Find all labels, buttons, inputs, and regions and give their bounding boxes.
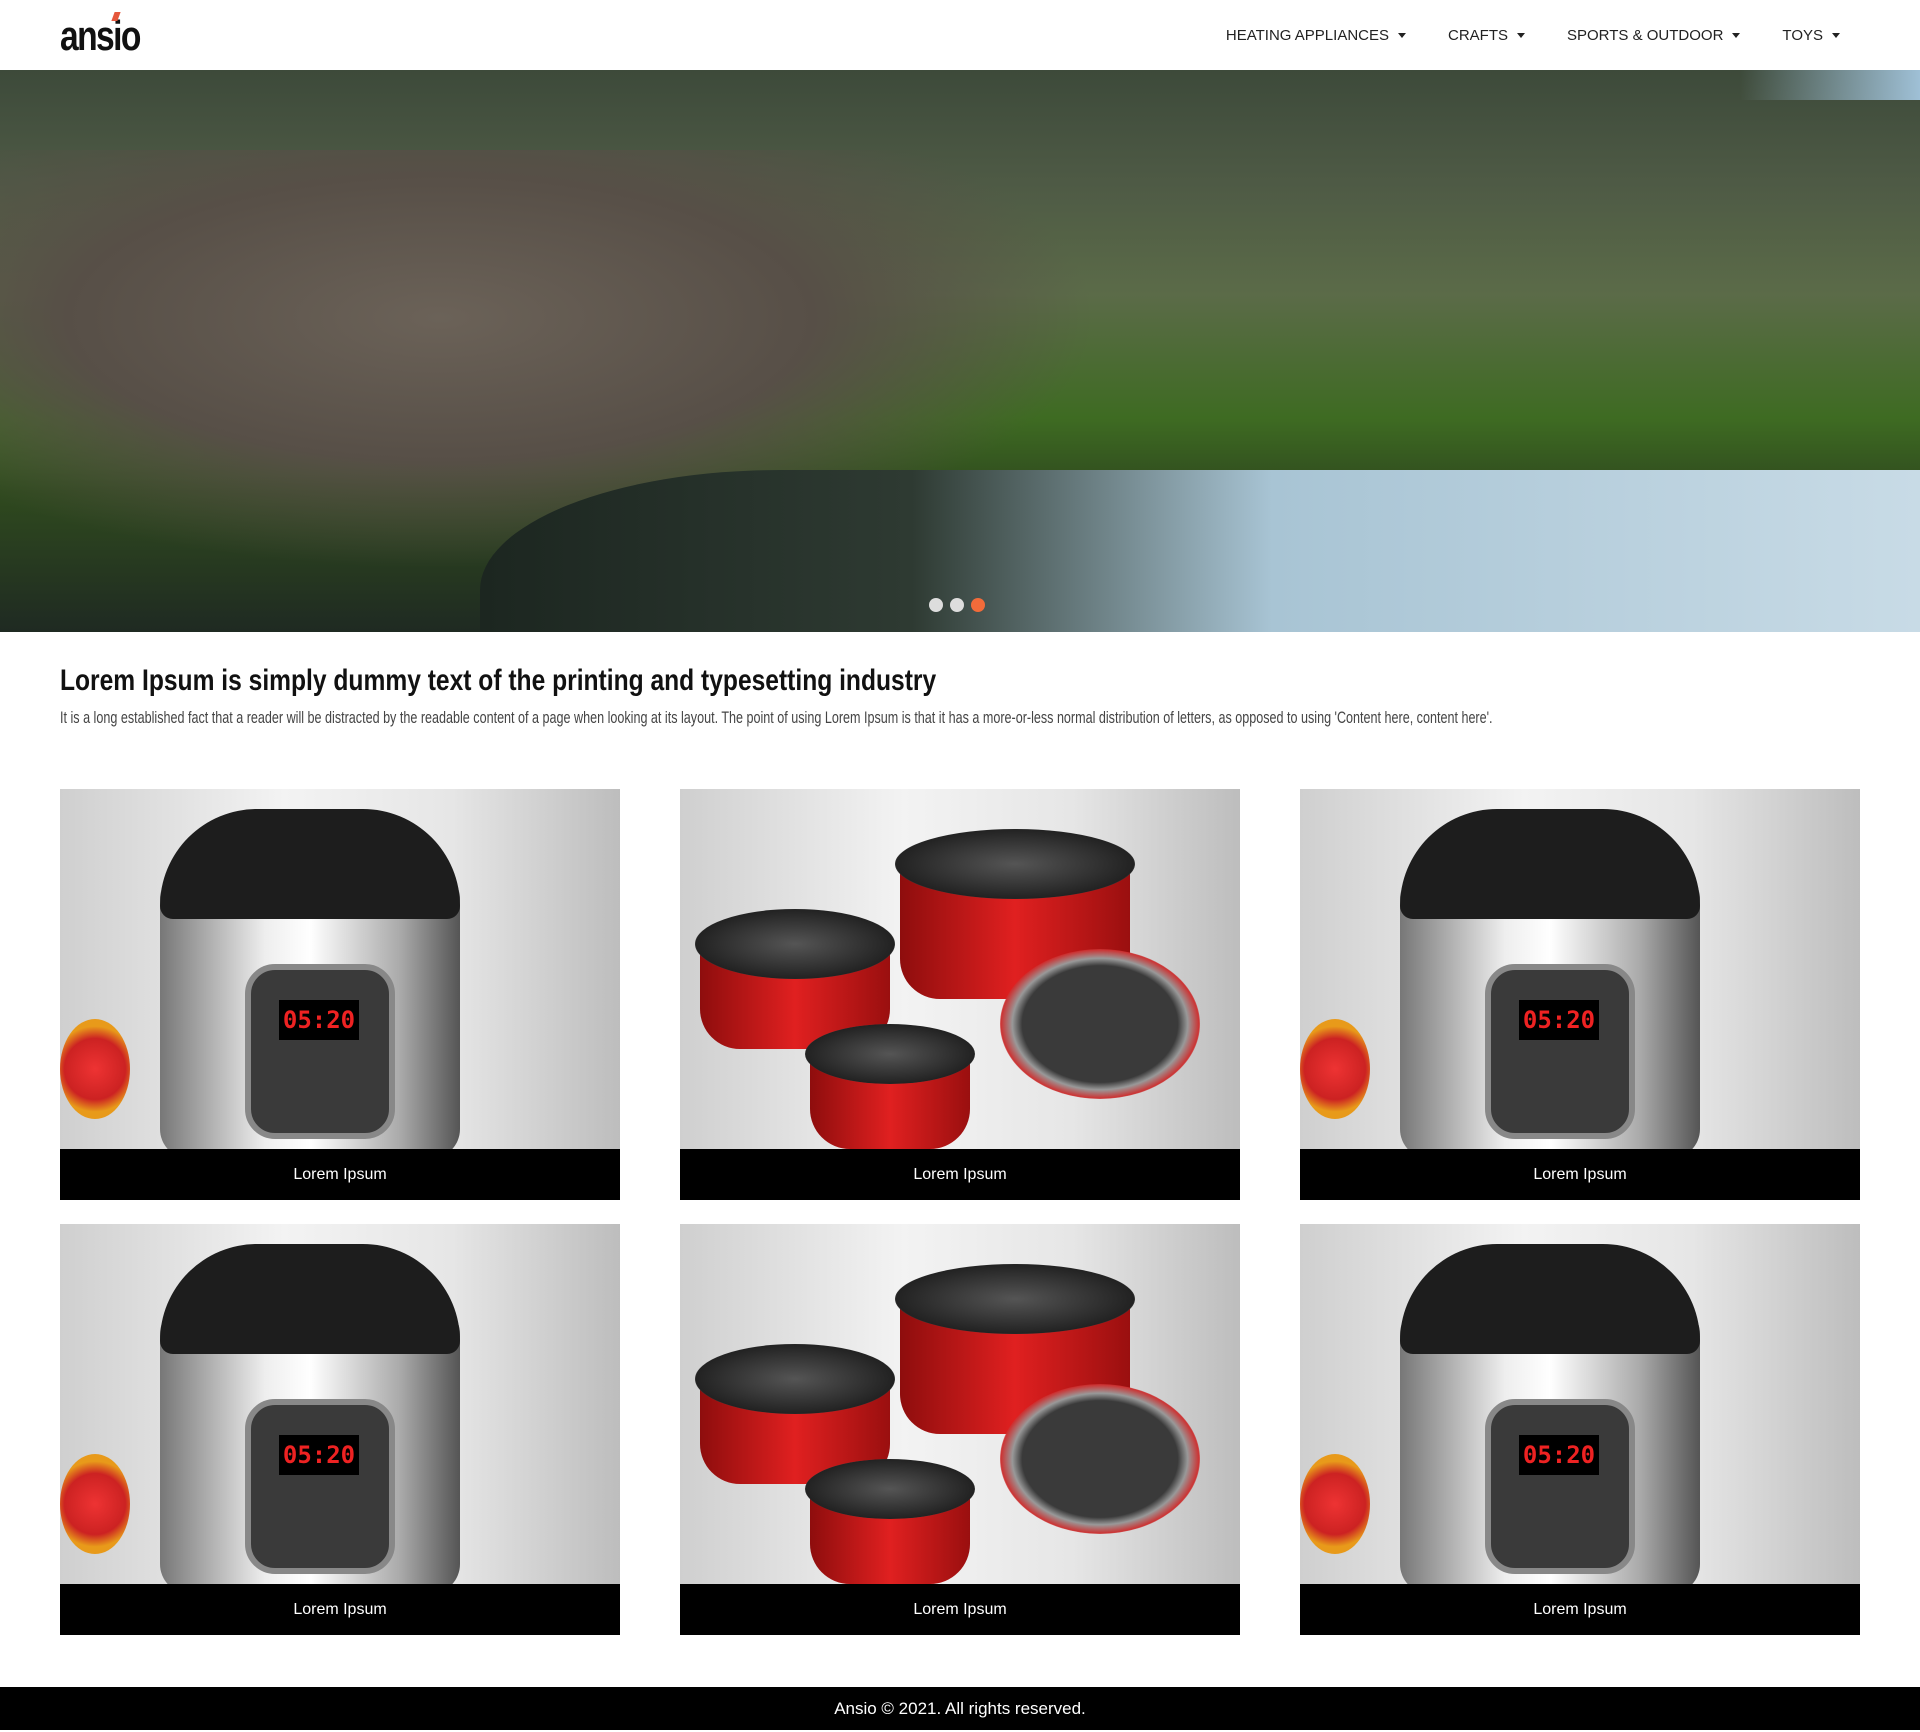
product-image-pressure-cooker[interactable]: 05:20	[60, 1224, 620, 1584]
nav-label: TOYS	[1782, 26, 1823, 44]
control-panel: 05:20	[245, 1399, 395, 1574]
caret-down-icon	[1732, 32, 1741, 38]
product-caption[interactable]: Lorem Ipsum	[680, 1149, 1240, 1200]
cooker-display: 05:20	[279, 1000, 359, 1040]
caret-down-icon	[1832, 32, 1840, 38]
product-image-pressure-cooker[interactable]: 05:20	[60, 789, 620, 1149]
hero-slider	[0, 70, 1920, 632]
logo[interactable]: ansio	[60, 12, 141, 60]
nav-label: HEATING APPLIANCES	[1225, 26, 1389, 44]
product-card[interactable]: 05:20 Lorem Ipsum	[60, 789, 620, 1200]
product-caption[interactable]: Lorem Ipsum	[1300, 1584, 1860, 1635]
product-image-cookware-set[interactable]	[680, 789, 1240, 1149]
vegetables	[1300, 1019, 1370, 1119]
cooker-display: 05:20	[1519, 1000, 1599, 1040]
caption-text: Lorem Ipsum	[1533, 1165, 1627, 1183]
cooker-lid	[160, 809, 460, 919]
control-panel: 05:20	[1485, 1399, 1635, 1574]
product-image-pressure-cooker[interactable]: 05:20	[1300, 789, 1860, 1149]
caption-text: Lorem Ipsum	[293, 1165, 387, 1183]
slider-dot-3[interactable]	[971, 598, 985, 612]
caption-text: Lorem Ipsum	[913, 1600, 1007, 1618]
pot-lid	[805, 1459, 975, 1519]
product-image-pressure-cooker[interactable]: 05:20	[1300, 1224, 1860, 1584]
hero-sky	[1740, 70, 1920, 100]
cooker-lid	[1400, 809, 1700, 919]
slider-dot-1[interactable]	[929, 598, 943, 612]
vegetables	[60, 1019, 130, 1119]
product-caption[interactable]: Lorem Ipsum	[60, 1149, 620, 1200]
pot-lid	[895, 1264, 1135, 1334]
pot-lid	[895, 829, 1135, 899]
caption-text: Lorem Ipsum	[1533, 1600, 1627, 1618]
hero-lake	[480, 470, 1920, 632]
pot-lid	[695, 909, 895, 979]
slider-dot-2[interactable]	[950, 598, 964, 612]
intro-title: Lorem Ipsum is simply dummy text of the …	[60, 664, 937, 697]
nav-toys[interactable]: TOYS	[1782, 27, 1840, 44]
product-card[interactable]: 05:20 Lorem Ipsum	[60, 1224, 620, 1635]
vegetables	[60, 1454, 130, 1554]
nav-label: SPORTS & OUTDOOR	[1567, 26, 1724, 44]
cooker-lid	[160, 1244, 460, 1354]
caret-down-icon	[1398, 32, 1406, 38]
product-image-cookware-set[interactable]	[680, 1224, 1240, 1584]
cooker-display: 05:20	[1519, 1435, 1599, 1475]
caption-text: Lorem Ipsum	[293, 1600, 387, 1618]
frying-pan	[1000, 1384, 1200, 1534]
intro-text: It is a long established fact that a rea…	[60, 708, 1493, 727]
pot-lid	[805, 1024, 975, 1084]
nav-label: CRAFTS	[1448, 26, 1508, 44]
cooker-lid	[1400, 1244, 1700, 1354]
caret-down-icon	[1517, 32, 1525, 38]
footer: Ansio © 2021. All rights reserved.	[0, 1687, 1920, 1730]
control-panel: 05:20	[1485, 964, 1635, 1139]
caption-text: Lorem Ipsum	[913, 1165, 1007, 1183]
vegetables	[1300, 1454, 1370, 1554]
main-nav: HEATING APPLIANCES CRAFTS SPORTS & OUTDO…	[1226, 0, 1840, 70]
nav-heating-appliances[interactable]: HEATING APPLIANCES	[1226, 27, 1406, 44]
frying-pan	[1000, 949, 1200, 1099]
site-header: ansio HEATING APPLIANCES CRAFTS SPORTS &…	[0, 0, 1920, 70]
product-card[interactable]: 05:20 Lorem Ipsum	[1300, 1224, 1860, 1635]
control-panel: 05:20	[245, 964, 395, 1139]
product-card[interactable]: Lorem Ipsum	[680, 789, 1240, 1200]
product-card[interactable]: 05:20 Lorem Ipsum	[1300, 789, 1860, 1200]
product-card[interactable]: Lorem Ipsum	[680, 1224, 1240, 1635]
pot-lid	[695, 1344, 895, 1414]
nav-crafts[interactable]: CRAFTS	[1448, 27, 1525, 44]
product-caption[interactable]: Lorem Ipsum	[680, 1584, 1240, 1635]
product-caption[interactable]: Lorem Ipsum	[1300, 1149, 1860, 1200]
footer-text: Ansio © 2021. All rights reserved.	[834, 1698, 1086, 1718]
nav-sports-outdoor[interactable]: SPORTS & OUTDOOR	[1567, 26, 1741, 44]
product-caption[interactable]: Lorem Ipsum	[60, 1584, 620, 1635]
slider-dots	[929, 598, 985, 612]
cooker-display: 05:20	[279, 1435, 359, 1475]
